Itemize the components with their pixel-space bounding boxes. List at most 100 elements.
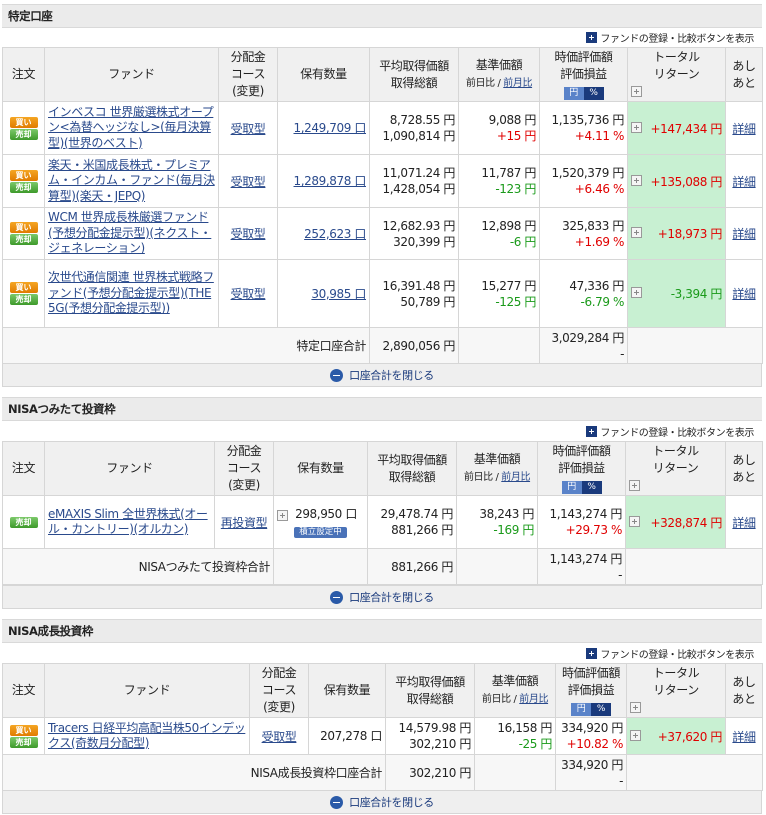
unrealized-gain: +1.69 % xyxy=(574,234,625,249)
day-change: -123 円 xyxy=(495,182,536,196)
col-order: 注文 xyxy=(2,663,45,718)
table-row: 売却 eMAXIS Slim 全世界株式(オール・カントリー)(オルカン) 再投… xyxy=(2,495,763,549)
day-change: -125 円 xyxy=(495,294,536,309)
subtotal-market-value: 3,029,284 円 xyxy=(551,330,625,345)
col-avg-price: 平均取得価額 取得総額 xyxy=(369,47,459,102)
expand-icon[interactable] xyxy=(631,227,642,238)
yen-pct-toggle[interactable]: 円% xyxy=(571,703,611,716)
sell-button[interactable]: 売却 xyxy=(9,128,38,140)
market-value: 1,135,736 円 xyxy=(551,113,625,127)
details-link[interactable]: 詳細 xyxy=(732,227,756,241)
sell-button[interactable]: 売却 xyxy=(9,516,38,528)
sell-button[interactable]: 売却 xyxy=(9,294,38,305)
sell-button[interactable]: 売却 xyxy=(9,736,38,748)
details-link[interactable]: 詳細 xyxy=(732,730,756,744)
holdings-link[interactable]: 252,623 口 xyxy=(304,227,366,241)
course-link[interactable]: 受取型 xyxy=(231,227,266,241)
unrealized-gain: +10.82 % xyxy=(566,737,624,751)
day-change: +15 円 xyxy=(496,129,537,143)
details-link[interactable]: 詳細 xyxy=(732,516,756,530)
col-avg-price: 平均取得価額 取得総額 xyxy=(367,441,457,496)
subtotal-label: 特定口座合計 xyxy=(2,327,370,364)
fund-name-link[interactable]: WCM 世界成長株厳選ファンド(予想分配金提示型)(ネクスト・ジェネレーション) xyxy=(48,210,212,255)
fund-name-link[interactable]: 次世代通信関連 世界株式戦略ファンド(予想分配金提示型)(THE 5G(予想分配… xyxy=(48,270,214,315)
unrealized-gain: +6.46 % xyxy=(574,182,625,196)
close-totals-button[interactable]: 口座合計を閉じる xyxy=(2,585,762,609)
col-course[interactable]: 分配金 コース (変更) xyxy=(214,441,274,496)
unrealized-gain: -6.79 % xyxy=(580,294,625,309)
course-link[interactable]: 受取型 xyxy=(231,122,266,136)
prev-month-link[interactable]: 前月比 xyxy=(519,694,548,705)
minus-circle-icon xyxy=(330,368,344,382)
col-nav: 基準価額 前日比 / 前月比 xyxy=(456,441,538,496)
col-course[interactable]: 分配金 コース (変更) xyxy=(249,663,309,718)
fund-name-link[interactable]: eMAXIS Slim 全世界株式(オール・カントリー)(オルカン) xyxy=(48,507,208,537)
col-nav: 基準価額 前日比 / 前月比 xyxy=(458,47,540,102)
total-return: +328,874 円 xyxy=(650,515,723,530)
expand-icon[interactable] xyxy=(629,480,640,491)
subtotal-acquisition: 302,210 円 xyxy=(385,754,475,791)
buy-button[interactable]: 買い xyxy=(9,169,38,181)
buy-button[interactable]: 買い xyxy=(9,724,38,736)
expand-icon[interactable] xyxy=(631,121,642,133)
col-holdings: 保有数量 xyxy=(277,47,370,102)
sell-button[interactable]: 売却 xyxy=(9,181,38,193)
table-header-row: 注文 ファンド 分配金 コース (変更) 保有数量 平均取得価額 取得総額 基準価額前… xyxy=(2,47,763,102)
col-holdings: 保有数量 xyxy=(308,663,386,718)
buy-button[interactable]: 買い xyxy=(9,282,38,293)
subtotal-gain: - xyxy=(620,346,624,361)
holdings-link[interactable]: 1,289,878 口 xyxy=(294,174,367,188)
expand-icon[interactable] xyxy=(630,729,641,741)
nav: 9,088 円 xyxy=(488,113,537,127)
fund-name-link[interactable]: Tracers 日経平均高配当株50インデックス(奇数月分配型) xyxy=(48,721,246,751)
details-link[interactable]: 詳細 xyxy=(732,175,756,189)
details-link[interactable]: 詳細 xyxy=(732,287,756,301)
expand-icon[interactable] xyxy=(629,515,640,527)
show-compare-buttons-link[interactable]: ファンドの登録・比較ボタンを表示 xyxy=(586,29,754,45)
course-link[interactable]: 受取型 xyxy=(231,287,266,301)
minus-circle-icon xyxy=(330,795,344,809)
course-link[interactable]: 受取型 xyxy=(231,175,266,189)
show-compare-buttons-link[interactable]: ファンドの登録・比較ボタンを表示 xyxy=(586,645,754,661)
expand-icon[interactable] xyxy=(631,174,642,186)
holdings-link[interactable]: 30,985 口 xyxy=(311,287,366,301)
table-row: 買い 売却 次世代通信関連 世界株式戦略ファンド(予想分配金提示型)(THE 5G… xyxy=(2,259,763,328)
acquisition-total: 302,210 円 xyxy=(409,737,471,751)
close-totals-button[interactable]: 口座合計を閉じる xyxy=(2,790,762,814)
details-link[interactable]: 詳細 xyxy=(732,122,756,136)
acquisition-total: 1,428,054 円 xyxy=(382,182,456,196)
section-title: 特定口座 xyxy=(8,9,53,23)
expand-icon[interactable] xyxy=(631,287,642,298)
expand-icon[interactable] xyxy=(277,510,288,521)
nav: 16,158 円 xyxy=(497,721,552,735)
buy-button[interactable]: 買い xyxy=(9,222,38,233)
holdings-link[interactable]: 1,249,709 口 xyxy=(294,121,367,135)
minus-circle-icon xyxy=(330,590,344,604)
market-value: 1,520,379 円 xyxy=(551,166,625,180)
fund-name-link[interactable]: 楽天・米国成長株式・プレミアム・インカム・ファンド(毎月決算型)(楽天・JEPQ… xyxy=(48,158,215,203)
prev-month-link[interactable]: 前月比 xyxy=(503,78,532,89)
fund-table-nisa-growth: 注文 ファンド 分配金 コース (変更) 保有数量 平均取得価額 取得総額 基準価額前… xyxy=(2,663,763,791)
tsumitate-setting-badge[interactable]: 積立設定中 xyxy=(294,527,347,538)
col-order: 注文 xyxy=(2,441,45,496)
fund-name-link[interactable]: インベスコ 世界厳選株式オープン<為替ヘッジなし>(毎月決算型)(世界のベスト) xyxy=(48,105,214,150)
col-total-return: トータル リターン xyxy=(625,441,726,496)
avg-price: 29,478.74 円 xyxy=(380,507,454,521)
close-totals-button[interactable]: 口座合計を閉じる xyxy=(2,363,762,387)
expand-icon[interactable] xyxy=(631,86,642,97)
show-compare-buttons-link[interactable]: ファンドの登録・比較ボタンを表示 xyxy=(586,423,754,439)
market-value: 325,833 円 xyxy=(562,218,624,233)
subtotal-label: NISAつみたて投資枠合計 xyxy=(2,548,274,585)
course-link[interactable]: 再投資型 xyxy=(221,516,268,530)
yen-pct-toggle[interactable]: 円% xyxy=(563,87,604,100)
subtotal-acquisition: 2,890,056 円 xyxy=(369,327,459,364)
expand-icon[interactable] xyxy=(630,702,641,713)
sell-button[interactable]: 売却 xyxy=(9,234,38,245)
avg-price: 12,682.93 円 xyxy=(382,218,456,233)
course-link[interactable]: 受取型 xyxy=(262,730,297,744)
yen-pct-toggle[interactable]: 円% xyxy=(561,481,602,494)
col-market-value: 時価評価額 評価損益円% xyxy=(537,441,626,496)
buy-button[interactable]: 買い xyxy=(9,116,38,128)
col-course[interactable]: 分配金 コース (変更) xyxy=(218,47,278,102)
prev-month-link[interactable]: 前月比 xyxy=(501,472,530,483)
